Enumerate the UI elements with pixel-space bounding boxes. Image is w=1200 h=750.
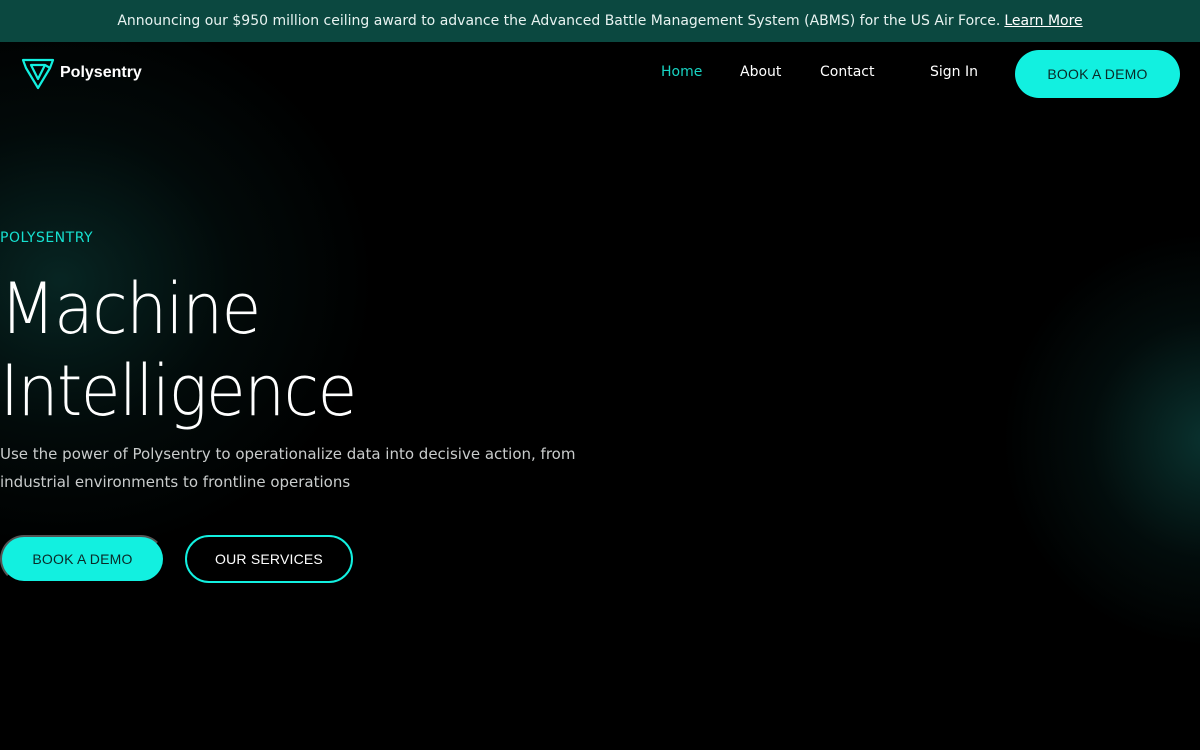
nav-home[interactable]: Home: [661, 64, 702, 80]
hero-title-line-2: Intelligence: [0, 350, 357, 432]
hero-title: Machine Intelligence: [0, 268, 644, 432]
navbar: Polysentry Home About Contact Sign In BO…: [0, 42, 1200, 106]
logo[interactable]: Polysentry: [20, 55, 142, 91]
shield-triangle-logo-icon: [20, 55, 56, 91]
page: Announcing our $950 million ceiling awar…: [0, 0, 1200, 750]
learn-more-link[interactable]: Learn More: [1004, 13, 1082, 29]
nav-book-demo-button[interactable]: BOOK A DEMO: [1015, 50, 1180, 98]
sign-in-link[interactable]: Sign In: [930, 64, 978, 80]
our-services-button[interactable]: OUR SERVICES: [185, 535, 353, 583]
background-glow-right: [1000, 230, 1200, 650]
brand-name: Polysentry: [60, 64, 142, 81]
nav-about[interactable]: About: [740, 64, 781, 80]
hero-subtitle: Use the power of Polysentry to operation…: [0, 445, 576, 491]
announcement-bar: Announcing our $950 million ceiling awar…: [0, 0, 1200, 42]
announcement-text: Announcing our $950 million ceiling awar…: [117, 13, 1001, 29]
hero-title-line-1: Machine: [0, 268, 261, 350]
hero-eyebrow: POLYSENTRY: [0, 230, 94, 246]
hero-book-demo-button[interactable]: BOOK A DEMO: [0, 535, 165, 583]
nav-contact[interactable]: Contact: [820, 64, 874, 80]
